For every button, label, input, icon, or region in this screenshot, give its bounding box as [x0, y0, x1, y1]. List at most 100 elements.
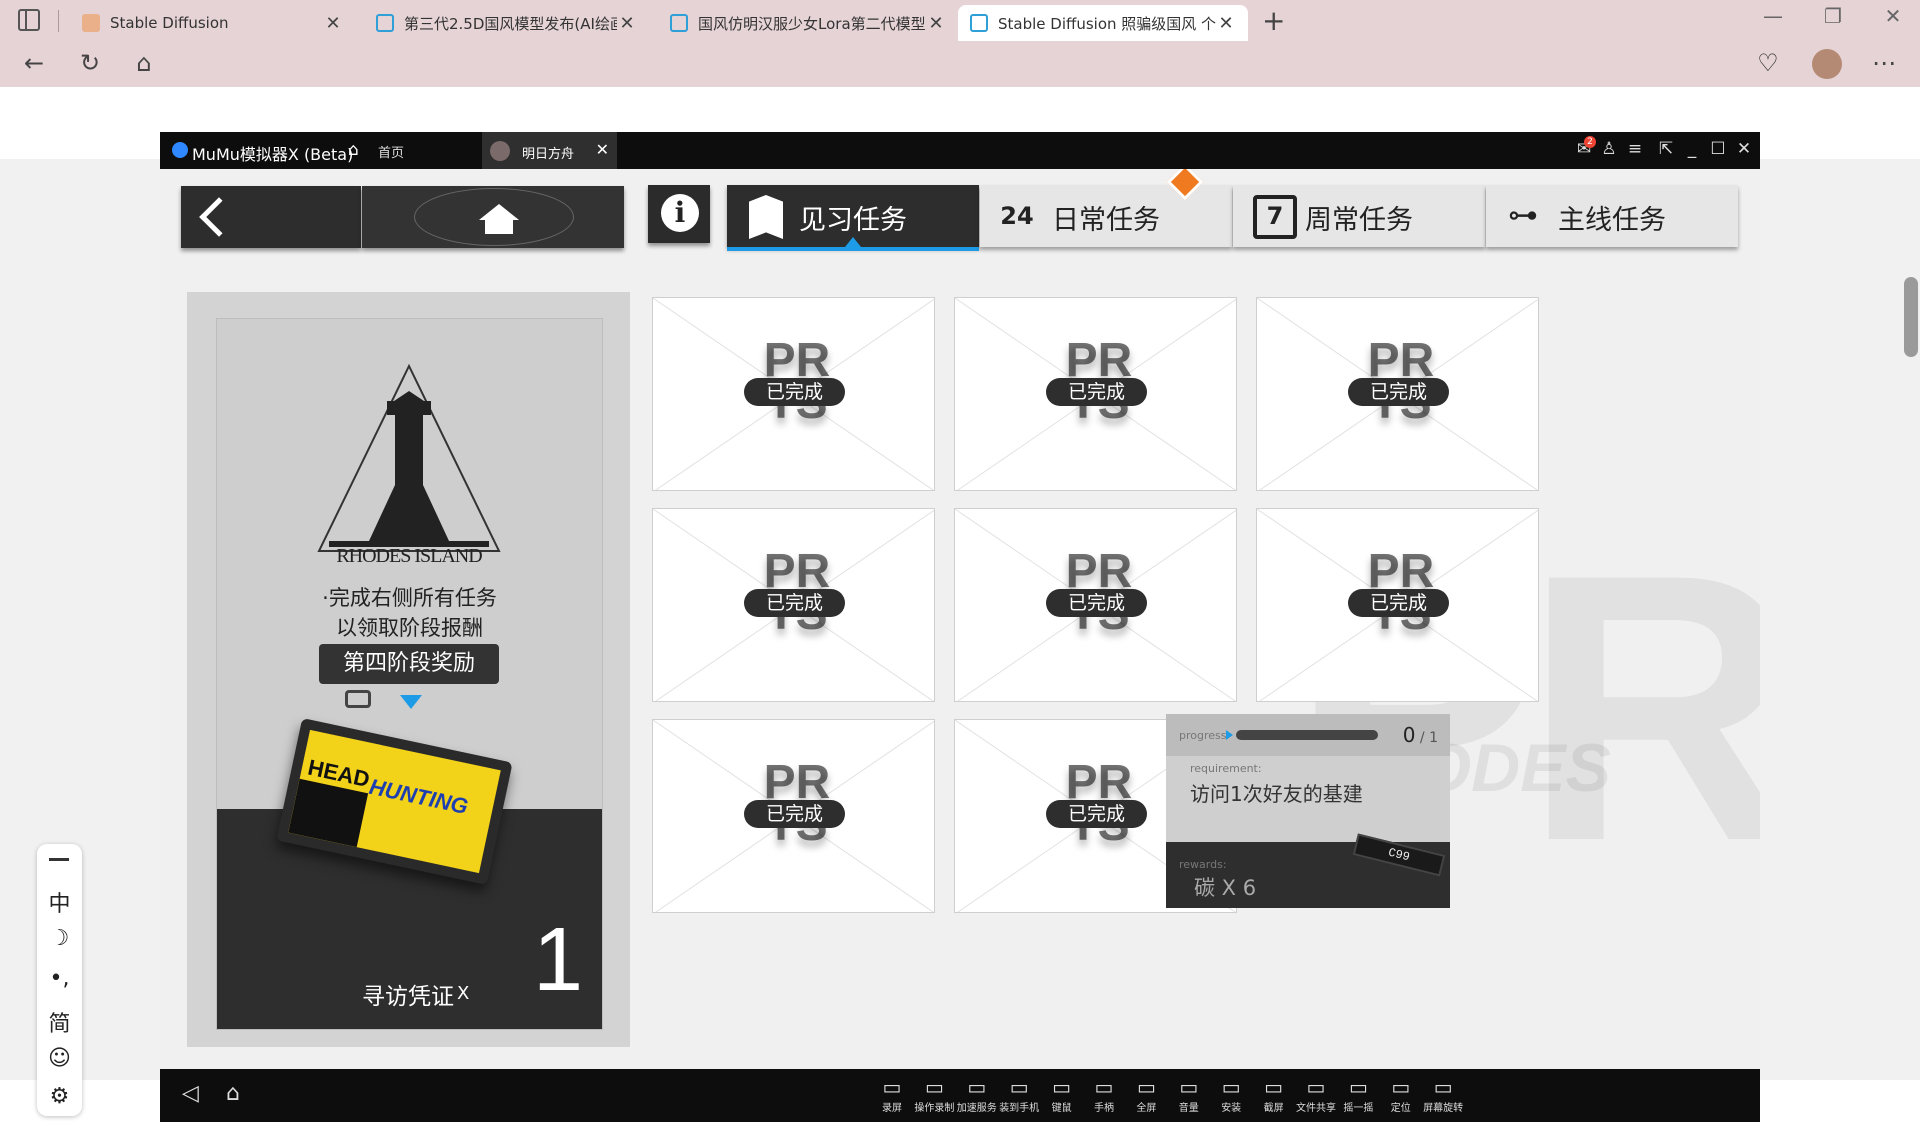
user-icon[interactable]: ♙ [1597, 139, 1621, 159]
heart-pulse-icon[interactable]: ♡ [1750, 49, 1786, 77]
tool-label: 屏幕旋转 [1423, 1103, 1464, 1114]
rotate-button[interactable]: ▭ 屏幕旋转 [1421, 1075, 1465, 1114]
restore-icon[interactable]: ❐ [1810, 4, 1856, 28]
volume-icon: ▭ [1179, 1075, 1199, 1099]
game-screen: PR RHODES i 见习任务 24 日常任务 7 周常任务 ⊶ 主线任务 R… [160, 169, 1760, 1069]
minimize-icon[interactable]: _ [1680, 139, 1704, 159]
browser-tab-1[interactable]: Stable Diffusion ✕ [70, 5, 355, 41]
back-button[interactable] [181, 186, 361, 248]
menu-icon[interactable]: ≡ [1623, 139, 1647, 159]
tab-label: 主线任务 [1558, 205, 1666, 236]
browser-tab-3[interactable]: 国风仿明汉服少女Lora第二代模型 ✕ [658, 5, 958, 41]
emulator-app-tab[interactable]: 明日方舟 ✕ [482, 132, 617, 169]
mission-card[interactable]: PR TS已完成 [652, 508, 935, 702]
requirement-text: 访问1次好友的基建 [1190, 782, 1363, 806]
stage-reward-panel: RHODES ISLAND ·完成右侧所有任务 以领取阶段报酬 第四阶段奖励 H… [187, 292, 630, 1047]
macro-record-icon: ▭ [924, 1075, 944, 1099]
hint-line: 以领取阶段报酬 [336, 616, 483, 640]
rotate-icon: ▭ [1433, 1075, 1453, 1099]
keyboard-icon: ▭ [1052, 1075, 1072, 1099]
close-icon[interactable]: ✕ [617, 13, 637, 34]
scrollbar[interactable] [1904, 277, 1918, 357]
tab-label: 见习任务 [799, 205, 907, 236]
active-underline [727, 247, 979, 251]
close-icon[interactable]: ✕ [596, 140, 609, 159]
tab-weekly-tasks[interactable]: 7 周常任务 [1233, 185, 1485, 247]
home-icon[interactable]: ⌂ [348, 140, 359, 160]
mission-card[interactable]: PR TS已完成 [652, 297, 935, 491]
book-icon [749, 195, 783, 239]
collapse-handle[interactable] [49, 858, 69, 861]
progress-bar [1236, 730, 1378, 740]
active-mission-card[interactable]: progress 0 / 1 requirement: 访问1次好友的基建 re… [1166, 714, 1450, 908]
emulator-title-bar: MuMu模拟器X (Beta) ⌂ 首页 明日方舟 ✕ ✉ 2 ♙ ≡ ⇱ _ … [160, 132, 1760, 169]
close-icon[interactable]: ✕ [323, 13, 343, 34]
reward-name: 寻访凭证 [362, 984, 454, 1010]
folder-icon: ▭ [1306, 1075, 1326, 1099]
mission-card[interactable]: PR TS已完成 [1256, 508, 1539, 702]
completed-badge: 已完成 [1046, 589, 1147, 617]
tab-title: Stable Diffusion 照骗级国风 个人 [998, 14, 1216, 33]
maximize-icon[interactable]: ☐ [1706, 139, 1730, 159]
tab-title: 国风仿明汉服少女Lora第二代模型 [698, 14, 926, 33]
tab-actions-icon[interactable] [18, 9, 40, 31]
minimize-icon[interactable]: — [1750, 4, 1796, 28]
mission-card[interactable]: PR TS已完成 [954, 297, 1237, 491]
play-arrow-icon [1226, 730, 1233, 740]
rhodes-island-tower-icon [317, 363, 501, 552]
mission-card[interactable]: PR TS已完成 [652, 719, 935, 913]
notification-badge: 2 [1584, 136, 1596, 148]
home-button[interactable] [362, 186, 624, 248]
back-arrow-icon[interactable]: ← [16, 49, 52, 77]
carbon-chip-icon: C99 [1352, 833, 1446, 877]
tab-main-tasks[interactable]: ⊶ 主线任务 [1486, 185, 1738, 247]
ime-chinese-toggle[interactable]: 中 [37, 886, 82, 918]
shake-icon: ▭ [1348, 1075, 1368, 1099]
close-icon[interactable]: ✕ [1216, 13, 1236, 34]
progress-label: progress [1179, 729, 1227, 742]
browser-tab-4[interactable]: Stable Diffusion 照骗级国风 个人 ✕ [958, 5, 1248, 41]
refresh-icon[interactable]: ↻ [72, 49, 108, 77]
moon-icon[interactable]: ☽ [37, 926, 82, 951]
reward-text: 碳 X 6 [1194, 876, 1257, 900]
close-window-icon[interactable]: ✕ [1870, 4, 1916, 28]
reward-card[interactable]: RHODES ISLAND ·完成右侧所有任务 以领取阶段报酬 第四阶段奖励 H… [216, 318, 603, 1030]
emoji-icon[interactable]: ☺ [37, 1046, 82, 1071]
browser-tab-2[interactable]: 第三代2.5D国风模型发布(AI绘画 ✕ [364, 5, 649, 41]
accelerate-icon: ▭ [967, 1075, 987, 1099]
bilibili-icon [670, 14, 688, 32]
card-text: HUNTING [367, 773, 471, 820]
mission-card[interactable]: PR TS已完成 [954, 508, 1237, 702]
android-back-icon[interactable]: ◁ [182, 1081, 199, 1106]
new-tab-button[interactable]: + [1262, 4, 1285, 37]
app-tab-label: 明日方舟 [522, 147, 575, 162]
profile-avatar[interactable] [1812, 49, 1842, 79]
24h-refresh-icon: 24 [1000, 202, 1034, 230]
rewards-label: rewards: [1179, 858, 1227, 871]
info-button[interactable]: i [648, 185, 710, 243]
completed-badge: 已完成 [744, 378, 845, 406]
close-icon[interactable]: ✕ [926, 13, 946, 34]
home-icon[interactable]: ⌂ [126, 49, 162, 77]
tree-icon: ⊶ [1508, 198, 1538, 233]
more-menu-icon[interactable]: ⋯ [1866, 49, 1902, 77]
tab-title: 第三代2.5D国风模型发布(AI绘画 [404, 14, 617, 33]
tab-trainee-tasks[interactable]: 见习任务 [727, 185, 979, 251]
browser-tab-bar: Stable Diffusion ✕ 第三代2.5D国风模型发布(AI绘画 ✕ … [0, 0, 1920, 41]
punctuation-icon[interactable]: •, [37, 966, 82, 991]
chevron-left-icon [199, 197, 239, 237]
share-icon[interactable]: ⇱ [1654, 139, 1678, 159]
progress-count: 0 / 1 [1402, 723, 1438, 747]
mumu-logo-icon [172, 142, 188, 158]
logo-text: RHODES ISLAND [336, 545, 482, 567]
completed-badge: 已完成 [1046, 800, 1147, 828]
mission-card[interactable]: PR TS已完成 [1256, 297, 1539, 491]
emulator-home-tab[interactable]: 首页 [378, 142, 404, 161]
android-home-icon[interactable]: ⌂ [226, 1081, 240, 1106]
ime-simplified-toggle[interactable]: 简 [37, 1006, 82, 1038]
tab-daily-tasks[interactable]: 24 日常任务 [980, 185, 1232, 247]
requirement-label: requirement: [1190, 762, 1262, 775]
settings-icon[interactable]: ⚙ [37, 1084, 82, 1109]
close-icon[interactable]: ✕ [1732, 139, 1756, 159]
tab-label: 周常任务 [1305, 205, 1413, 236]
